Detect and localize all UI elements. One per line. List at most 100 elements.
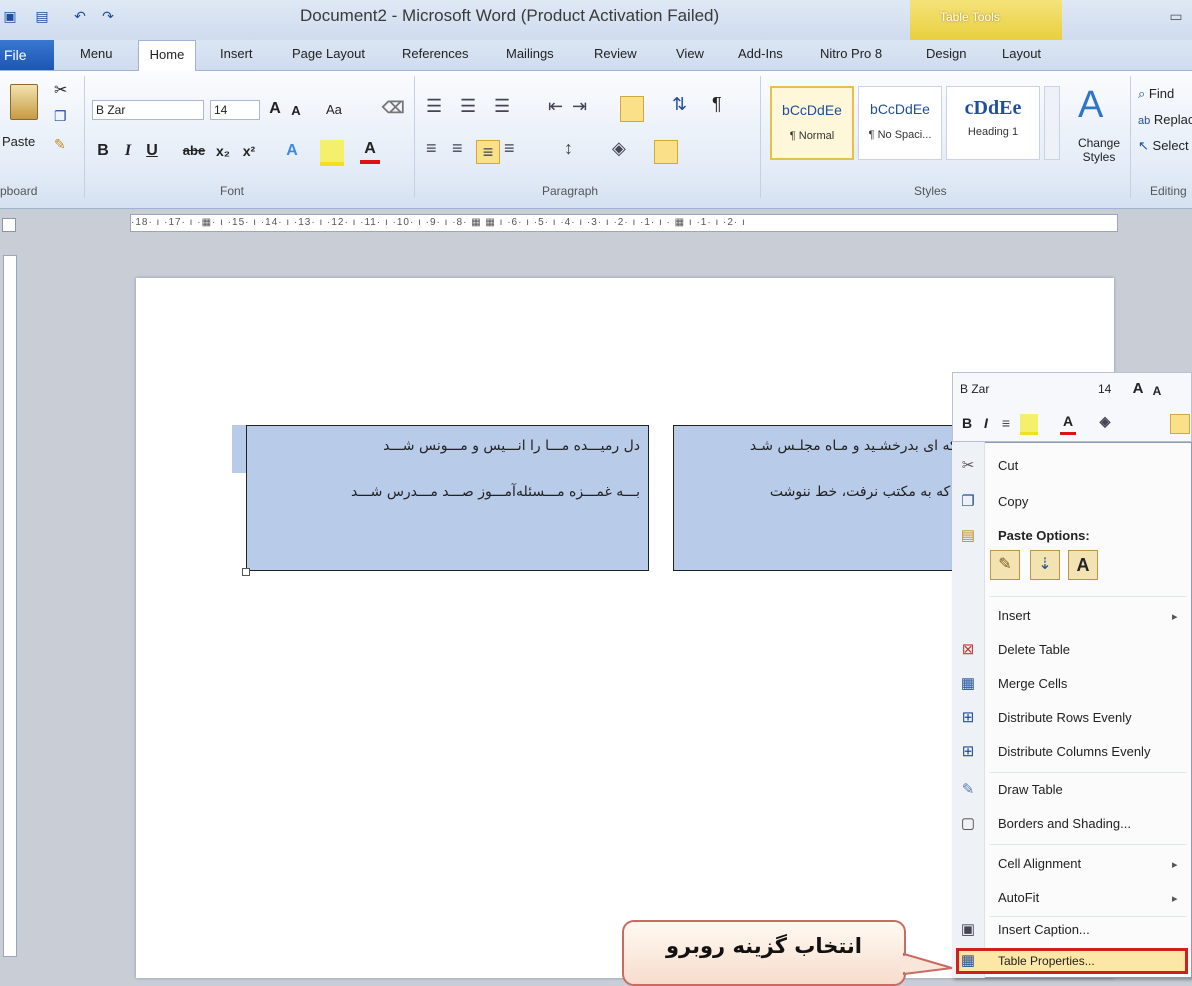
tab-review[interactable]: Review [594, 46, 637, 61]
replace-button[interactable]: ab Replac [1138, 112, 1192, 127]
shading-icon[interactable]: ◈ [612, 138, 626, 159]
menu-item-merge-cells[interactable]: Merge Cells [998, 676, 1067, 691]
align-left-icon[interactable]: ≡ [426, 138, 437, 159]
tab-insert[interactable]: Insert [220, 46, 253, 61]
shrink-font-icon[interactable]: A [288, 100, 304, 122]
menu-item-draw-table[interactable]: Draw Table [998, 782, 1063, 797]
mini-borders-icon[interactable] [1170, 414, 1190, 434]
change-styles-label[interactable]: Change Styles [1072, 136, 1126, 164]
menu-item-cut[interactable]: Cut [998, 458, 1018, 473]
menu-item-cell-alignment[interactable]: Cell Alignment [998, 856, 1081, 871]
horizontal-ruler[interactable]: ·18· ı ·17· ı ·▦· ı ·15· ı ·14· ı ·13· ı… [130, 214, 1118, 232]
cut-icon[interactable]: ✂ [54, 80, 67, 100]
tab-layout[interactable]: Layout [1002, 46, 1041, 61]
menu-item-insert[interactable]: Insert [998, 608, 1031, 623]
mini-highlight-icon[interactable] [1020, 414, 1038, 435]
format-painter-icon[interactable]: ✎ [54, 136, 66, 153]
tab-nitro-pro[interactable]: Nitro Pro 8 [820, 46, 882, 61]
mini-bold-icon[interactable]: B [960, 412, 974, 434]
line-spacing-icon[interactable]: ↕ [564, 138, 573, 159]
mini-align-icon[interactable]: ≡ [998, 412, 1014, 434]
strikethrough-icon[interactable]: abe [182, 140, 206, 162]
borders-icon[interactable] [654, 140, 678, 164]
superscript-icon[interactable]: x² [240, 140, 258, 162]
tab-mailings[interactable]: Mailings [506, 46, 554, 61]
align-right-icon[interactable]: ≡ [476, 140, 500, 164]
borders-shading-icon: ▢ [960, 815, 976, 832]
grow-font-icon[interactable]: A [266, 98, 284, 120]
paste-label[interactable]: Paste [2, 134, 35, 149]
change-case-button[interactable]: Aa [326, 102, 342, 117]
tab-view[interactable]: View [676, 46, 704, 61]
paste-text-only-icon[interactable]: A [1068, 550, 1098, 580]
multilevel-list-icon[interactable]: ☰ [494, 96, 510, 117]
tab-selector-icon[interactable] [2, 218, 16, 232]
style-normal[interactable]: bCcDdEe ¶ Normal [770, 86, 854, 160]
styles-scroll[interactable] [1044, 86, 1060, 160]
font-size-combo[interactable]: 14 [210, 100, 260, 120]
menu-item-delete-table[interactable]: Delete Table [998, 642, 1070, 657]
vertical-ruler[interactable] [3, 255, 17, 957]
menu-item-copy[interactable]: Copy [998, 494, 1028, 509]
table-cell-left-line-1[interactable]: دل رمیـــده مـــا را انـــیس و مـــونس ش… [256, 438, 640, 454]
paste-merge-formatting-icon[interactable]: ⇣ [1030, 550, 1060, 580]
undo-icon[interactable]: ↶ [72, 8, 88, 24]
font-color-icon[interactable]: A [360, 138, 380, 164]
table-resize-handle[interactable] [242, 568, 250, 576]
highlight-icon[interactable] [320, 140, 344, 166]
style-heading-1[interactable]: cDdEe Heading 1 [946, 86, 1040, 160]
show-marks-icon[interactable]: ¶ [712, 94, 722, 115]
clear-formatting-icon[interactable]: ⌫ [382, 98, 405, 120]
text-effects-icon[interactable]: A [282, 140, 302, 162]
mini-grow-font-icon[interactable]: A [1130, 378, 1146, 400]
justify-icon[interactable]: ≡ [504, 138, 515, 159]
find-button[interactable]: ⌕ Find [1138, 86, 1174, 102]
menu-item-distribute-columns[interactable]: Distribute Columns Evenly [998, 744, 1150, 759]
tab-design[interactable]: Design [926, 46, 966, 61]
minimize-icon[interactable]: ▭ [1168, 8, 1184, 24]
bullets-icon[interactable]: ☰ [426, 96, 442, 117]
subscript-icon[interactable]: x₂ [214, 140, 232, 162]
clipboard-icon: ▤ [960, 527, 976, 544]
tab-home[interactable]: Home [138, 40, 196, 71]
mini-font-color-icon[interactable]: A [1060, 410, 1076, 435]
mini-italic-icon[interactable]: I [980, 412, 992, 434]
mini-shrink-font-icon[interactable]: A [1150, 380, 1164, 402]
divider [414, 76, 415, 198]
menu-item-distribute-rows[interactable]: Distribute Rows Evenly [998, 710, 1132, 725]
italic-icon[interactable]: I [120, 140, 136, 162]
style-no-spacing[interactable]: bCcDdEe ¶ No Spaci... [858, 86, 942, 160]
menu-divider [990, 916, 1186, 917]
tab-menu[interactable]: Menu [80, 46, 113, 61]
mini-shading-icon[interactable]: ◈ [1096, 410, 1114, 432]
redo-icon[interactable]: ↷ [100, 8, 116, 24]
menu-item-borders-shading[interactable]: Borders and Shading... [998, 816, 1131, 831]
paste-icon[interactable] [10, 84, 38, 120]
increase-indent-icon[interactable]: ⇥ [572, 96, 587, 117]
tab-page-layout[interactable]: Page Layout [292, 46, 365, 61]
rtl-paragraph-icon[interactable] [620, 96, 644, 122]
mini-font-size[interactable]: 14 [1098, 382, 1111, 396]
tab-references[interactable]: References [402, 46, 468, 61]
word-icon[interactable]: ▣ [2, 8, 18, 24]
bold-icon[interactable]: B [94, 140, 112, 162]
tab-file[interactable]: File [0, 40, 54, 70]
menu-item-insert-caption[interactable]: Insert Caption... [998, 922, 1090, 937]
menu-item-autofit[interactable]: AutoFit [998, 890, 1039, 905]
paste-keep-formatting-icon[interactable]: ✎ [990, 550, 1020, 580]
numbering-icon[interactable]: ☰ [460, 96, 476, 117]
underline-icon[interactable]: U [144, 140, 160, 162]
save-icon[interactable]: ▤ [34, 8, 50, 24]
delete-table-icon: ⊠ [961, 641, 975, 658]
table-cell-left-line-2[interactable]: بـــه غمـــزه مـــسئله‌آمـــوز صـــد مــ… [256, 484, 640, 500]
decrease-indent-icon[interactable]: ⇤ [548, 96, 563, 117]
tab-add-ins[interactable]: Add-Ins [738, 46, 783, 61]
mini-font-name[interactable]: B Zar [960, 382, 989, 396]
font-name-combo[interactable]: B Zar [92, 100, 204, 120]
sort-icon[interactable]: ⇅ [672, 94, 687, 115]
select-button[interactable]: ↖ Select [1138, 138, 1189, 154]
change-styles-icon[interactable]: A [1078, 84, 1103, 127]
align-center-icon[interactable]: ≡ [452, 138, 463, 159]
copy-icon[interactable]: ❐ [54, 108, 67, 125]
menu-item-table-properties[interactable]: Table Properties... [998, 954, 1095, 968]
